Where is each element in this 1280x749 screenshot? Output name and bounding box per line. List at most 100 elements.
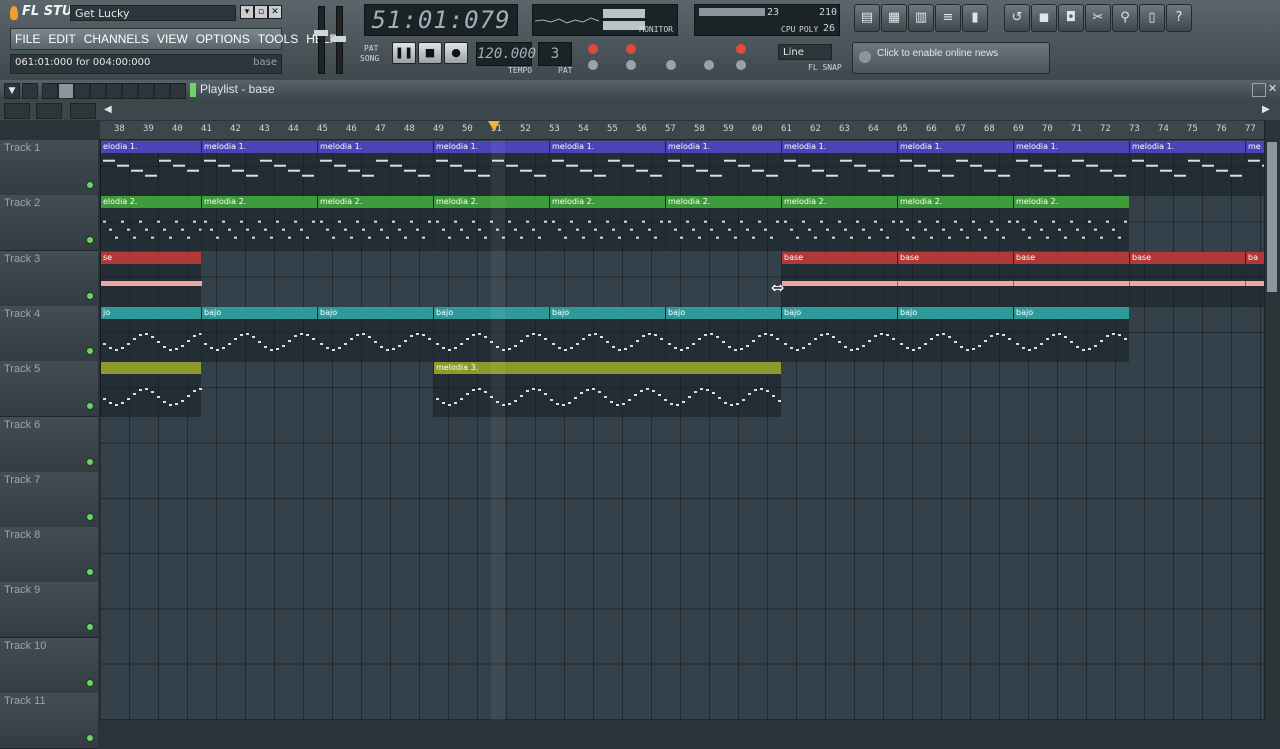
pattern-clip[interactable]: bajo (781, 306, 897, 362)
pause-button[interactable]: ❚❚ (392, 42, 416, 64)
track-header[interactable]: Track 8 (0, 527, 98, 584)
pattern-clip[interactable]: melodia 2. (897, 196, 1013, 252)
volume-knob[interactable] (314, 30, 328, 36)
minimize-button[interactable]: ▾ (240, 5, 254, 19)
song-mode-label[interactable]: SONG (360, 54, 379, 63)
track-mute-led[interactable] (86, 402, 94, 411)
pencil-icon[interactable] (42, 83, 58, 99)
wait-icon[interactable] (626, 60, 636, 70)
track-mute-led[interactable] (86, 236, 94, 245)
playlist-close-icon[interactable]: ✕ (1268, 83, 1280, 95)
track-header[interactable]: Track 10 (0, 637, 98, 694)
tempo-display[interactable]: 120.000 (476, 42, 536, 66)
magnet-icon[interactable] (22, 83, 38, 99)
pattern-clip[interactable]: melodia 2. (201, 196, 317, 252)
menu-file[interactable]: FILE (11, 29, 44, 49)
multilink-icon[interactable] (704, 60, 714, 70)
pattern-clip[interactable]: elodia 2. (100, 196, 202, 252)
help-icon[interactable]: ? (1166, 4, 1192, 32)
delete-icon[interactable] (74, 83, 90, 99)
track-mute-led[interactable] (86, 678, 94, 687)
playlist-window-icon[interactable]: ▤ (854, 4, 880, 32)
search-icon[interactable]: ⚲ (1112, 4, 1138, 32)
pattern-clip[interactable]: base (781, 251, 898, 307)
pattern-clip[interactable]: melodia 2. (1013, 196, 1129, 252)
slip-icon[interactable] (106, 83, 122, 99)
pattern-clip[interactable]: melodia 1. (201, 141, 317, 196)
track-mute-led[interactable] (86, 623, 94, 632)
loop-record-icon[interactable] (736, 44, 746, 54)
typing-keyboard-icon[interactable] (588, 44, 598, 54)
automation-icon[interactable] (36, 103, 62, 119)
browser-icon[interactable]: ≡ (935, 4, 961, 32)
pattern-clip[interactable]: melodia 1. (549, 141, 665, 196)
audio-clip-icon[interactable] (70, 103, 96, 119)
pattern-clip[interactable]: melodia 2. (549, 196, 665, 252)
playhead-marker-icon[interactable] (488, 121, 500, 131)
pattern-clip[interactable]: bajo (201, 306, 317, 362)
stop-button[interactable]: ■ (418, 42, 442, 64)
playlist-menu-icon[interactable]: ▼ (4, 83, 20, 99)
save-icon[interactable]: ◼ (1031, 4, 1057, 32)
pattern-clip[interactable] (100, 362, 202, 418)
playback-icon[interactable] (170, 83, 186, 99)
pat-mode-label[interactable]: PAT (364, 44, 378, 53)
pattern-clip[interactable]: melodia 2. (665, 196, 781, 252)
track-header[interactable]: Track 4 (0, 305, 98, 362)
menu-edit[interactable]: EDIT (44, 29, 79, 49)
snap-icon[interactable] (736, 60, 746, 70)
master-volume-slider[interactable] (318, 6, 325, 74)
render-icon[interactable]: ◘ (1058, 4, 1084, 32)
zoom-icon[interactable] (154, 83, 170, 99)
track-mute-led[interactable] (86, 181, 94, 189)
brush-icon[interactable] (58, 83, 74, 99)
menu-options[interactable]: OPTIONS (192, 29, 254, 49)
track-header[interactable]: Track 2 (0, 195, 98, 252)
track-header[interactable]: Track 11 (0, 693, 98, 749)
maximize-button[interactable]: ▫ (254, 5, 268, 19)
pattern-clip[interactable]: melodia 2. (781, 196, 897, 252)
undo-icon[interactable]: ↺ (1004, 4, 1030, 32)
step-edit-icon[interactable] (588, 60, 598, 70)
pattern-clip[interactable]: se (100, 251, 202, 307)
song-position-display[interactable]: 51:01:079 (364, 4, 518, 36)
pattern-clip[interactable]: base (1013, 251, 1130, 307)
piano-roll-icon[interactable]: ▥ (908, 4, 934, 32)
vertical-scrollbar[interactable] (1264, 120, 1280, 720)
song-title[interactable]: Get Lucky (70, 5, 236, 21)
playlist-grid[interactable]: elodia 1. melodia 1. melodia 1. melodia 1. m… (100, 140, 1264, 720)
metronome-icon[interactable] (626, 44, 636, 54)
close-button[interactable]: ✕ (268, 5, 282, 19)
track-header[interactable]: Track 6 (0, 416, 98, 473)
pattern-clip[interactable]: bajo (317, 306, 433, 362)
pattern-selector[interactable]: 3 (538, 42, 572, 66)
track-header[interactable]: Track 7 (0, 471, 98, 528)
mixer-icon[interactable]: ▮ (962, 4, 988, 32)
track-header[interactable]: Track 1 (0, 140, 98, 196)
menu-view[interactable]: VIEW (153, 29, 192, 49)
pattern-clip[interactable]: melodia 1. (781, 141, 897, 196)
pattern-clip[interactable]: melodia 1. (317, 141, 433, 196)
track-header[interactable]: Track 3 (0, 250, 98, 307)
pattern-clip[interactable]: melodia 2. (317, 196, 433, 252)
pattern-clip[interactable]: melodia 3. (433, 362, 781, 418)
timeline-ruler[interactable]: 38 39 40 41 42 43 44 45 46 47 48 49 50 51 52 53 54 55 56 57… (100, 121, 1280, 140)
online-news-text[interactable]: Click to enable online news (877, 48, 998, 59)
pattern-clip[interactable]: melodia 1. (897, 141, 1013, 196)
menu-tools[interactable]: TOOLS (254, 29, 302, 49)
pattern-picker-icon[interactable] (4, 103, 30, 119)
track-mute-led[interactable] (86, 568, 94, 577)
oscilloscope[interactable]: MONITOR (532, 4, 678, 36)
pattern-clip[interactable]: base (897, 251, 1014, 307)
notes-icon[interactable]: ▯ (1139, 4, 1165, 32)
pattern-clip[interactable]: melodia 1. (1013, 141, 1129, 196)
pattern-clip[interactable]: bajo (549, 306, 665, 362)
track-mute-led[interactable] (86, 512, 94, 521)
pattern-clip[interactable]: jo (100, 306, 202, 362)
mute-icon[interactable] (90, 83, 106, 99)
playlist-title[interactable]: Playlist - base (200, 82, 275, 96)
online-news-panel[interactable]: Click to enable online news (852, 42, 1050, 74)
select-icon[interactable] (138, 83, 154, 99)
pattern-clip[interactable]: bajo (897, 306, 1013, 362)
pattern-clip[interactable]: melodia 1. (665, 141, 781, 196)
